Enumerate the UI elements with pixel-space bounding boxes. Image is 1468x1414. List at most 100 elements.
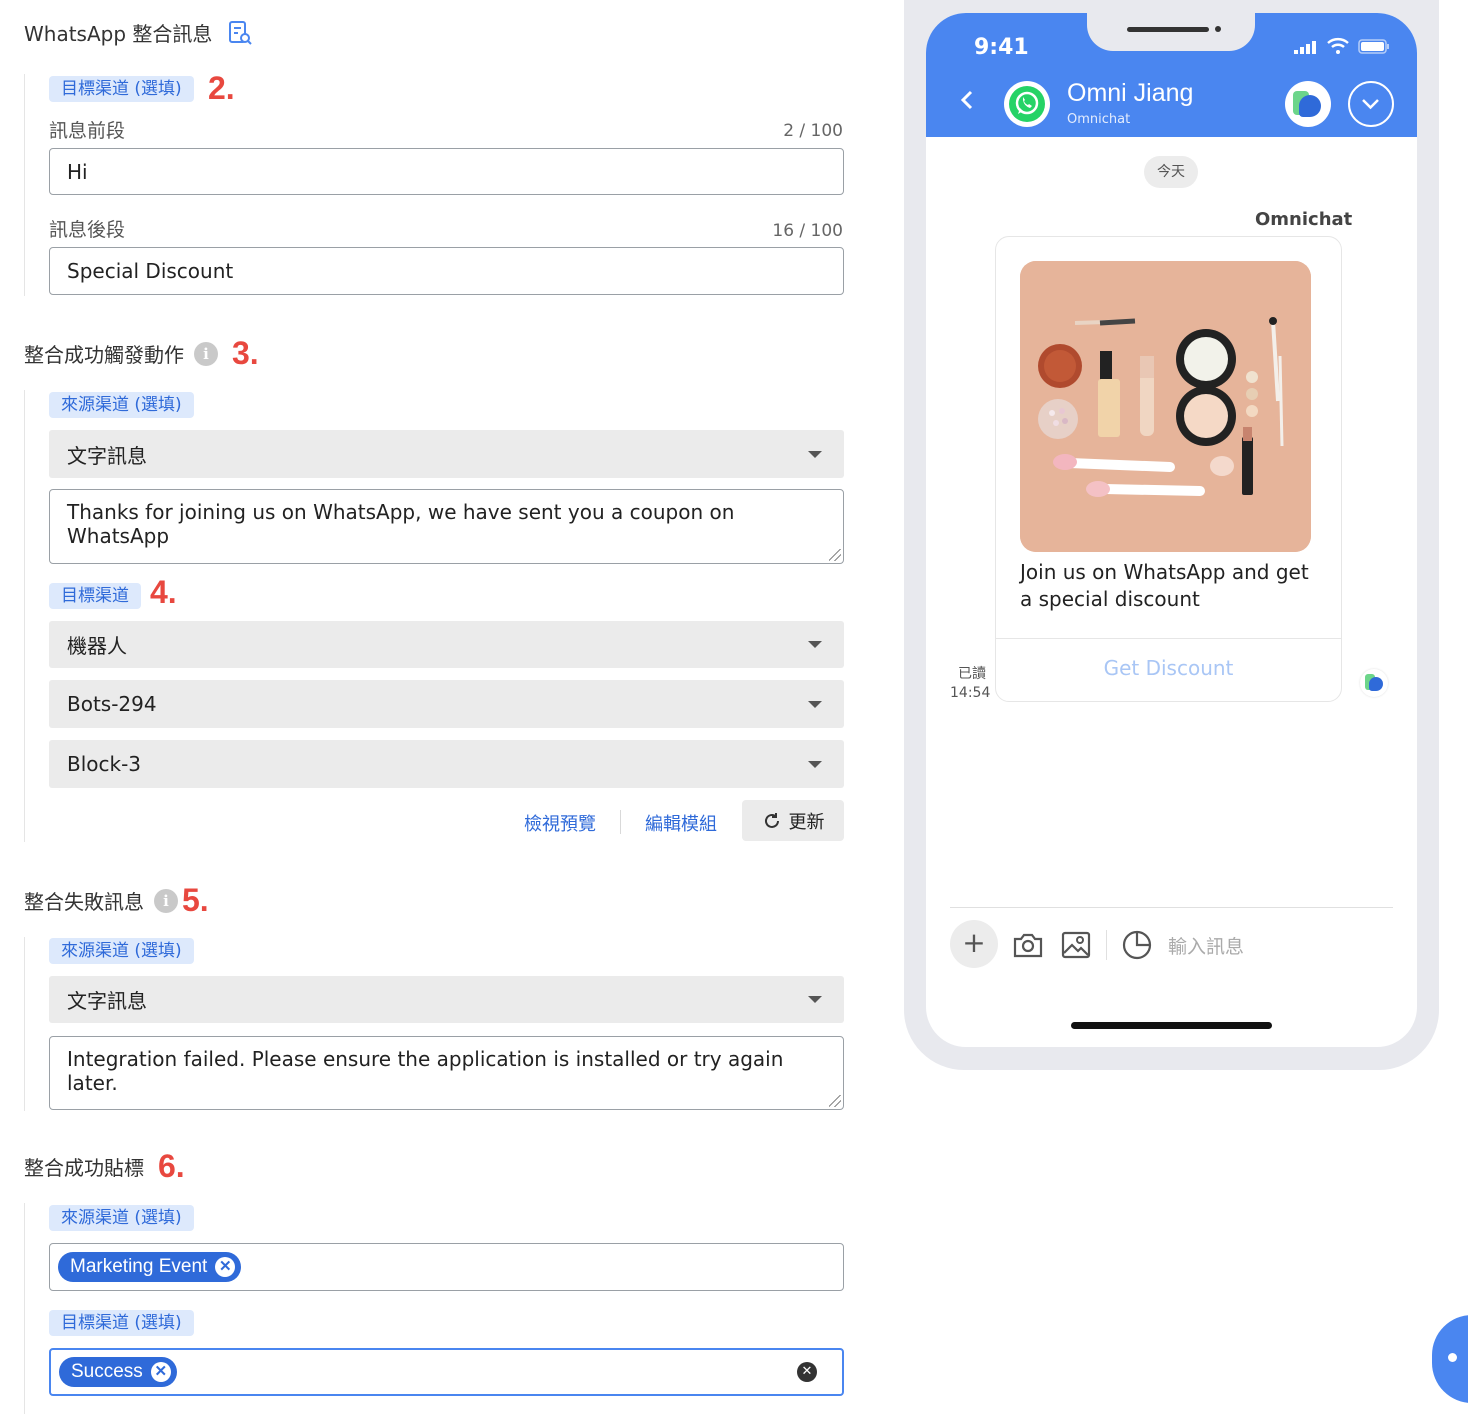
section-divider — [24, 390, 25, 842]
failure-message-type-select[interactable]: 文字訊息 — [49, 976, 844, 1023]
bot-select[interactable]: Bots-294 — [49, 680, 844, 728]
refresh-icon — [762, 811, 782, 831]
whatsapp-icon — [1008, 85, 1046, 123]
section-title-text: WhatsApp 整合訊息 — [24, 22, 213, 46]
tag-success: Success ✕ — [59, 1357, 177, 1387]
step-number-2: 2. — [208, 70, 235, 106]
section-title-success-tag: 整合成功貼標 6. — [24, 1148, 185, 1185]
target-channel-chip: 目標渠道 (選填) — [49, 1310, 194, 1336]
omnichat-logo-icon — [1285, 81, 1331, 127]
contact-subtitle: Omnichat — [1067, 112, 1131, 127]
chevron-down-icon — [808, 641, 822, 648]
source-message-textarea[interactable]: Thanks for joining us on WhatsApp, we ha… — [49, 489, 844, 564]
chevron-down-circle-icon[interactable] — [1348, 81, 1394, 127]
prefix-input-value: Hi — [67, 159, 88, 184]
camera-icon[interactable] — [1012, 930, 1044, 960]
home-indicator — [1071, 1022, 1272, 1029]
image-icon[interactable] — [1061, 930, 1091, 960]
textarea-value: Thanks for joining us on WhatsApp, we ha… — [67, 500, 735, 548]
floating-chat-button[interactable] — [1432, 1315, 1468, 1403]
target-channel-chip: 目標渠道 (選填) — [49, 76, 194, 102]
suffix-input-value: Special Discount — [67, 259, 234, 283]
input-divider — [950, 907, 1393, 908]
source-tag-input[interactable]: Marketing Event ✕ — [49, 1243, 844, 1291]
card-text: Join us on WhatsApp and get a special di… — [1020, 560, 1309, 611]
section-title-failure-message: 整合失敗訊息 i 5. — [24, 882, 209, 919]
info-icon[interactable]: i — [154, 888, 178, 913]
target-type-select[interactable]: 機器人 — [49, 621, 844, 668]
section-divider — [24, 937, 25, 1111]
resize-handle[interactable] — [829, 1095, 841, 1107]
section-title-whatsapp: WhatsApp 整合訊息 — [24, 18, 254, 47]
section-title-success-action: 整合成功觸發動作 i 3. — [24, 335, 259, 372]
back-arrow-icon[interactable] — [958, 89, 976, 111]
omnichat-avatar-small — [1360, 669, 1388, 697]
product-image — [1020, 261, 1311, 552]
message-input[interactable]: 輸入訊息 — [1168, 932, 1244, 959]
close-icon[interactable]: ✕ — [215, 1257, 236, 1277]
select-value: Block-3 — [67, 752, 142, 776]
dot-icon — [1448, 1353, 1457, 1362]
section-title-text: 整合成功觸發動作 — [24, 343, 184, 367]
suffix-label: 訊息後段 — [49, 219, 126, 241]
section-divider — [24, 74, 25, 296]
refresh-button-label: 更新 — [788, 811, 825, 833]
source-message-type-select[interactable]: 文字訊息 — [49, 430, 844, 478]
refresh-button[interactable]: 更新 — [742, 800, 844, 841]
source-channel-chip: 來源渠道 (選填) — [49, 392, 194, 418]
resize-handle[interactable] — [829, 549, 841, 561]
section-divider — [24, 1203, 25, 1414]
section-title-text: 整合成功貼標 — [24, 1156, 144, 1180]
whatsapp-avatar — [1004, 81, 1050, 127]
close-icon[interactable]: ✕ — [150, 1362, 171, 1382]
chevron-down-icon — [808, 760, 822, 768]
plus-icon[interactable]: + — [950, 920, 998, 968]
edit-module-link[interactable]: 編輯模組 — [645, 810, 717, 836]
document-search-icon[interactable] — [226, 19, 254, 47]
step-number-4: 4. — [150, 574, 177, 610]
target-channel-chip: 目標渠道 — [49, 583, 141, 609]
status-time: 9:41 — [974, 35, 1029, 60]
sticker-icon[interactable] — [1121, 929, 1153, 961]
get-discount-button[interactable]: Get Discount — [996, 656, 1341, 680]
tag-label: Success — [71, 1361, 143, 1382]
step-number-5: 5. — [182, 882, 209, 918]
section-title-text: 整合失敗訊息 — [24, 890, 144, 914]
link-divider — [620, 810, 621, 834]
card-divider — [996, 638, 1341, 639]
target-tag-input[interactable]: Success ✕ ✕ — [49, 1348, 844, 1396]
info-icon[interactable]: i — [194, 341, 218, 366]
step-number-6: 6. — [158, 1148, 185, 1184]
date-badge: 今天 — [1144, 156, 1198, 188]
select-value: Bots-294 — [67, 692, 157, 716]
prefix-input[interactable]: Hi — [49, 148, 844, 195]
block-select[interactable]: Block-3 — [49, 740, 844, 788]
chevron-down-icon — [808, 700, 822, 708]
source-channel-chip: 來源渠道 (選填) — [49, 938, 194, 964]
textarea-value: Integration failed. Please ensure the ap… — [67, 1047, 784, 1095]
chevron-down-icon — [808, 450, 822, 458]
source-channel-chip: 來源渠道 (選填) — [49, 1205, 194, 1231]
select-value: 文字訊息 — [67, 989, 147, 1013]
select-value: 文字訊息 — [67, 443, 147, 468]
tag-label: Marketing Event — [70, 1256, 208, 1277]
battery-icon — [1358, 39, 1390, 54]
input-separator — [1106, 930, 1107, 960]
contact-name: Omni Jiang — [1067, 79, 1194, 107]
chat-header: 9:41 Omni Jiang Omnichat — [926, 13, 1417, 137]
message-card: Join us on WhatsApp and get a special di… — [995, 236, 1342, 702]
suffix-input[interactable]: Special Discount — [49, 247, 844, 295]
preview-link[interactable]: 檢視預覽 — [524, 810, 596, 836]
suffix-counter: 16 / 100 — [772, 221, 843, 241]
tag-marketing-event: Marketing Event ✕ — [58, 1252, 242, 1282]
chevron-down-icon — [808, 996, 822, 1003]
prefix-label: 訊息前段 — [49, 120, 126, 142]
clear-icon[interactable]: ✕ — [797, 1362, 817, 1382]
step-number-3: 3. — [232, 335, 259, 371]
prefix-counter: 2 / 100 — [783, 121, 843, 141]
failure-message-textarea[interactable]: Integration failed. Please ensure the ap… — [49, 1036, 844, 1110]
select-value: 機器人 — [67, 634, 127, 658]
signal-icon — [1293, 39, 1319, 54]
phone-screen: 9:41 Omni Jiang Omnichat 今天 Omnichat Joi… — [926, 13, 1417, 1047]
sender-name: Omnichat — [1255, 209, 1353, 230]
